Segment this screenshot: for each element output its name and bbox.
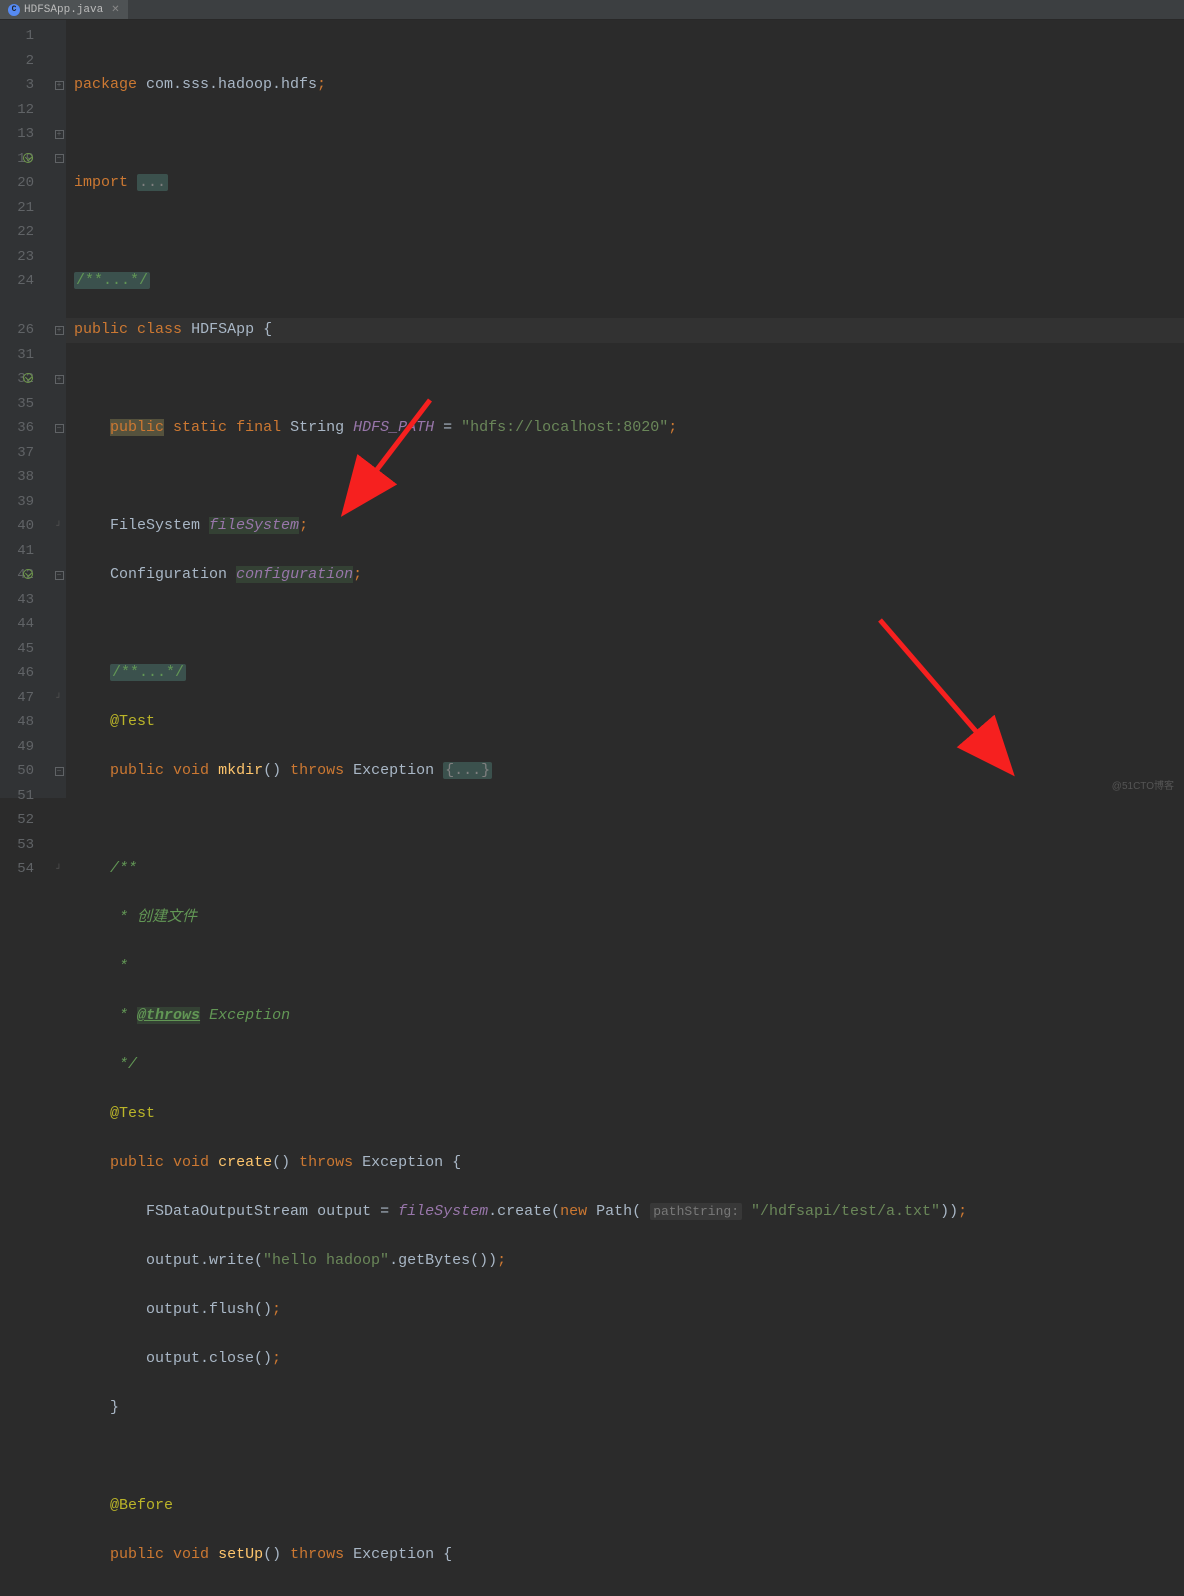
line-number[interactable]: 50	[0, 759, 34, 784]
fold-collapse-icon[interactable]: −	[55, 767, 64, 776]
line-number[interactable]: 52	[0, 808, 34, 833]
folded-body[interactable]: {...}	[443, 762, 492, 779]
line-number[interactable]: 36	[0, 416, 34, 441]
java-class-icon: C	[8, 4, 20, 16]
line-number[interactable]: 3	[0, 73, 34, 98]
line-number[interactable]: 49	[0, 735, 34, 760]
line-number[interactable]: 31	[0, 343, 34, 368]
line-number[interactable]: 1	[0, 24, 34, 49]
editor: 1231213192021222324263132353637383940414…	[0, 20, 1184, 798]
line-number[interactable]: 54	[0, 857, 34, 882]
line-number[interactable]: 43	[0, 588, 34, 613]
line-number[interactable]: 47	[0, 686, 34, 711]
line-number[interactable]: 38	[0, 465, 34, 490]
line-number[interactable]: 13	[0, 122, 34, 147]
line-number[interactable]: 53	[0, 833, 34, 858]
fold-expand-icon[interactable]: +	[55, 326, 64, 335]
line-number[interactable]: 44	[0, 612, 34, 637]
line-number[interactable]: 35	[0, 392, 34, 417]
override-marker-icon[interactable]	[23, 373, 33, 383]
override-marker-icon[interactable]	[23, 569, 33, 579]
folded-doc[interactable]: /**...*/	[74, 272, 150, 289]
line-number[interactable]: 40	[0, 514, 34, 539]
fold-collapse-icon[interactable]: −	[55, 571, 64, 580]
fold-collapse-icon[interactable]: −	[55, 154, 64, 163]
tab-bar: C HDFSApp.java ✕	[0, 0, 1184, 20]
file-tab[interactable]: C HDFSApp.java ✕	[0, 0, 128, 19]
line-number[interactable]: 41	[0, 539, 34, 564]
line-number[interactable]: 19	[0, 147, 34, 172]
fold-collapse-icon[interactable]: −	[55, 424, 64, 433]
fold-column[interactable]: ++−++−┘−┘−┘	[52, 20, 66, 798]
close-icon[interactable]: ✕	[111, 4, 119, 16]
param-hint: pathString:	[650, 1203, 742, 1220]
watermark: @51CTO博客	[1112, 777, 1174, 792]
line-number[interactable]: 20	[0, 171, 34, 196]
line-number[interactable]: 51	[0, 784, 34, 809]
line-number[interactable]: 24	[0, 269, 34, 294]
line-number[interactable]: 2	[0, 49, 34, 74]
folded-doc[interactable]: /**...*/	[110, 664, 186, 681]
fold-expand-icon[interactable]: +	[55, 81, 64, 90]
tab-filename: HDFSApp.java	[24, 4, 103, 16]
line-number[interactable]: 48	[0, 710, 34, 735]
code-area[interactable]: package com.sss.hadoop.hdfs; import ... …	[66, 20, 1184, 798]
line-number[interactable]: 32	[0, 367, 34, 392]
line-number[interactable]: 22	[0, 220, 34, 245]
line-number[interactable]: 23	[0, 245, 34, 270]
folded-imports[interactable]: ...	[137, 174, 168, 191]
line-number[interactable]: 39	[0, 490, 34, 515]
line-number[interactable]: 12	[0, 98, 34, 123]
line-number[interactable]: 46	[0, 661, 34, 686]
line-number[interactable]: 42	[0, 563, 34, 588]
fold-expand-icon[interactable]: +	[55, 130, 64, 139]
fold-expand-icon[interactable]: +	[55, 375, 64, 384]
line-number[interactable]: 21	[0, 196, 34, 221]
line-number[interactable]: 45	[0, 637, 34, 662]
line-number-gutter[interactable]: 1231213192021222324263132353637383940414…	[0, 20, 52, 798]
line-number[interactable]: 37	[0, 441, 34, 466]
override-marker-icon[interactable]	[23, 153, 33, 163]
line-number[interactable]	[0, 294, 34, 319]
line-number[interactable]: 26	[0, 318, 34, 343]
